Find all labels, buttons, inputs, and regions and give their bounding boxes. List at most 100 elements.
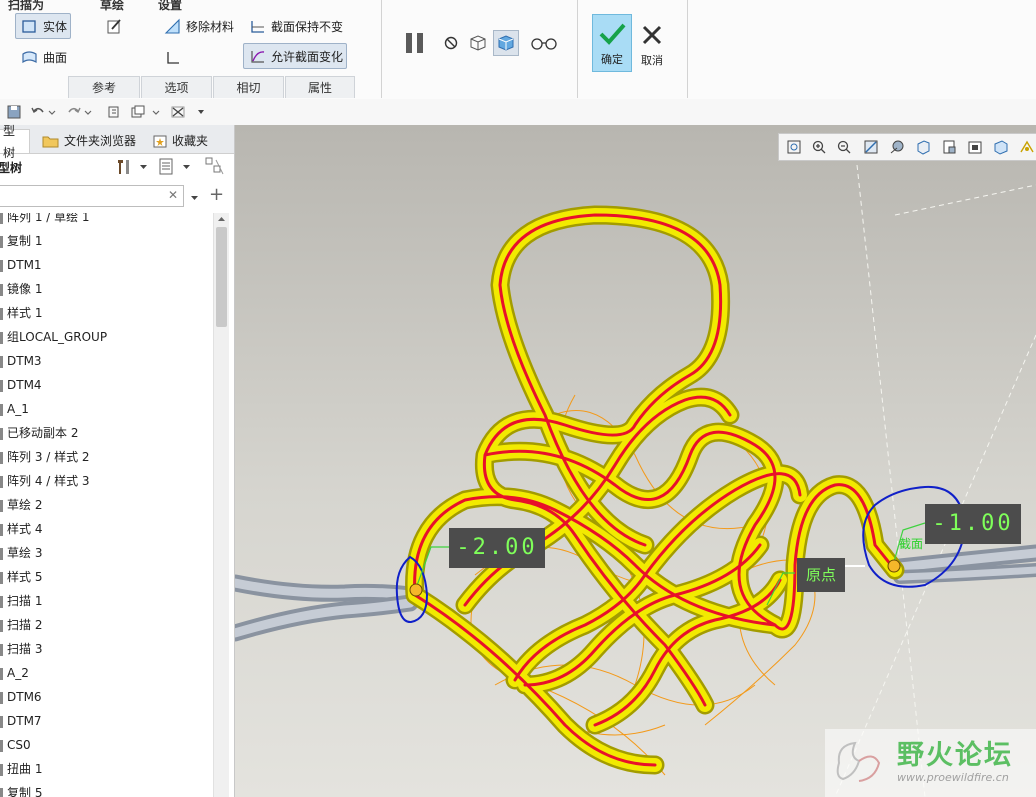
start-point-handle[interactable]	[409, 583, 423, 597]
tab-references[interactable]: 参考	[68, 76, 140, 98]
display-style-icon[interactable]	[889, 139, 905, 155]
model-canvas[interactable]	[235, 125, 1036, 797]
tree-item[interactable]: DTM3	[0, 349, 42, 373]
redo-icon[interactable]	[66, 104, 82, 120]
perspective-view-icon[interactable]	[967, 139, 983, 155]
regenerate-icon[interactable]	[106, 104, 122, 120]
tree-item[interactable]: 阵列 4 / 样式 3	[0, 469, 90, 493]
save-icon[interactable]	[6, 104, 22, 120]
chevron-down-icon[interactable]	[48, 104, 56, 120]
tab-tangency[interactable]: 相切	[213, 76, 284, 98]
ok-button[interactable]: 确定	[592, 14, 632, 72]
favorites-icon	[153, 135, 167, 148]
thicken-button[interactable]	[158, 44, 188, 70]
tree-item[interactable]: DTM1	[0, 253, 42, 277]
datum-display-icon[interactable]	[993, 139, 1009, 155]
tree-item-icon	[0, 595, 3, 608]
tree-item[interactable]: DTM4	[0, 373, 42, 397]
tree-item[interactable]: 复制 5	[0, 781, 42, 797]
tab-favorites[interactable]: 收藏夹	[146, 129, 214, 153]
annotation-display-icon[interactable]	[1019, 139, 1035, 155]
watermark-logo	[836, 741, 881, 782]
customize-menu-icon[interactable]	[196, 104, 206, 120]
tree-item-icon	[0, 259, 3, 272]
chevron-down-icon[interactable]	[152, 104, 160, 120]
group-label-sketch: 草绘	[100, 0, 125, 12]
tree-item[interactable]: A_1	[0, 397, 29, 421]
tree-item[interactable]: A_2	[0, 661, 29, 685]
tree-item[interactable]: DTM6	[0, 685, 42, 709]
chevron-down-icon[interactable]	[182, 163, 191, 171]
origin-label[interactable]: 原点	[797, 558, 845, 592]
dimension-end-value[interactable]: -1.00	[925, 504, 1021, 544]
tree-item[interactable]: 已移动副本 2	[0, 421, 78, 445]
tree-item[interactable]: 扫描 3	[0, 637, 42, 661]
tab-model-tree[interactable]: 型树	[0, 124, 30, 160]
tree-item[interactable]: 组LOCAL_GROUP	[0, 325, 107, 349]
tab-properties[interactable]: 属性	[285, 76, 355, 98]
tree-item-label: 扭曲 1	[7, 762, 43, 776]
scroll-up-icon[interactable]	[217, 215, 226, 223]
preview-button[interactable]	[465, 30, 491, 56]
tree-item[interactable]: 阵列 1 / 草绘 1	[0, 213, 90, 229]
tree-item[interactable]: 样式 1	[0, 301, 42, 325]
view-manager-icon[interactable]	[941, 139, 957, 155]
tree-item-icon	[0, 213, 3, 224]
tree-item[interactable]: 扫描 2	[0, 613, 42, 637]
verify-preview-button[interactable]	[493, 30, 519, 56]
pause-button[interactable]	[402, 30, 428, 56]
saved-orientations-icon[interactable]	[915, 139, 931, 155]
tree-item[interactable]: 镜像 1	[0, 277, 42, 301]
tree-item[interactable]: 样式 5	[0, 565, 42, 589]
close-window-icon[interactable]	[170, 104, 186, 120]
zoom-in-icon[interactable]	[811, 139, 827, 155]
tree-item[interactable]: 扫描 1	[0, 589, 42, 613]
windows-icon[interactable]	[130, 104, 146, 120]
repaint-icon[interactable]	[863, 139, 879, 155]
graphics-viewport[interactable]: -2.00 -1.00 原点 截面 野火论坛 www.proewildfire.…	[235, 125, 1036, 797]
tree-item[interactable]: 草绘 3	[0, 541, 42, 565]
tree-item[interactable]: 样式 4	[0, 517, 42, 541]
tree-search-input[interactable]	[0, 185, 184, 207]
sketch-button[interactable]	[100, 13, 130, 39]
scrollbar-thumb[interactable]	[216, 227, 227, 327]
tree-item[interactable]: 复制 1	[0, 229, 42, 253]
tree-scrollbar[interactable]	[213, 213, 229, 797]
tree-item[interactable]: 阵列 3 / 样式 2	[0, 445, 90, 469]
tab-folder-browser[interactable]: 文件夹浏览器	[36, 129, 142, 153]
constant-section-icon	[249, 18, 266, 35]
zoom-out-icon[interactable]	[836, 139, 852, 155]
chevron-down-icon[interactable]	[190, 194, 199, 202]
cancel-button[interactable]: 取消	[634, 14, 670, 72]
dimension-start-value[interactable]: -2.00	[449, 528, 545, 568]
tab-options[interactable]: 选项	[141, 76, 212, 98]
keep-section-button[interactable]: 截面保持不变	[243, 13, 351, 39]
glasses-button[interactable]	[529, 30, 559, 56]
no-preview-button[interactable]	[438, 30, 464, 56]
chevron-down-icon[interactable]	[84, 104, 92, 120]
solid-button[interactable]: 实体	[15, 13, 71, 39]
end-point-handle[interactable]	[887, 559, 901, 573]
show-list-icon[interactable]	[158, 157, 176, 177]
chevron-down-icon[interactable]	[139, 163, 148, 171]
tree-item[interactable]: 草绘 2	[0, 493, 42, 517]
watermark: 野火论坛 www.proewildfire.cn	[825, 729, 1036, 797]
tree-item[interactable]: 扭曲 1	[0, 757, 42, 781]
refit-icon[interactable]	[786, 139, 802, 155]
undo-icon[interactable]	[30, 104, 46, 120]
settings-tools-icon[interactable]	[114, 157, 134, 177]
wire-preview-icon	[470, 35, 486, 51]
tree-filter-icon[interactable]	[204, 156, 226, 178]
tree-item[interactable]: CS0	[0, 733, 31, 757]
tree-item-label: DTM4	[7, 378, 42, 392]
watermark-title: 野火论坛	[897, 740, 1013, 771]
clear-search-icon[interactable]: ✕	[168, 188, 178, 202]
remove-material-button[interactable]: 移除材料	[158, 13, 240, 39]
tree-item[interactable]: DTM7	[0, 709, 42, 733]
tree-item-icon	[0, 355, 3, 368]
surface-button[interactable]: 曲面	[15, 44, 75, 70]
add-icon[interactable]: +	[209, 184, 224, 205]
tree-item-label: 草绘 3	[7, 546, 43, 560]
tree-search-row: ✕ +	[0, 183, 234, 211]
allow-section-change-button[interactable]: 允许截面变化	[243, 43, 347, 69]
